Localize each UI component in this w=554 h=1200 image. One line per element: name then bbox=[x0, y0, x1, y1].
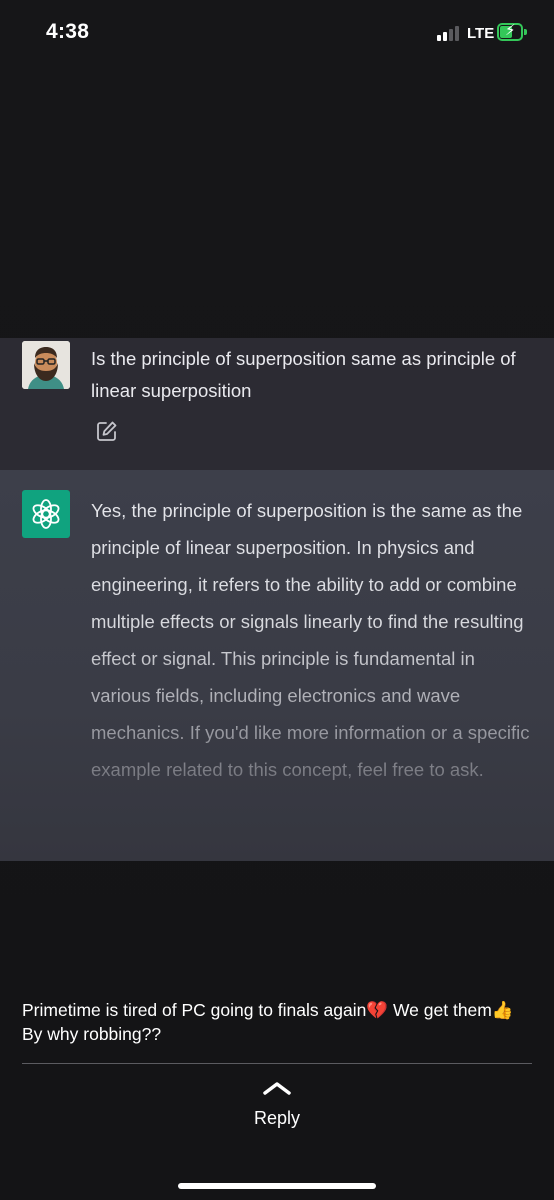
screen: 4:38 LTE ⚡ Is the principle of superposi… bbox=[0, 0, 554, 1200]
divider bbox=[22, 1063, 532, 1064]
status-time: 4:38 bbox=[46, 20, 90, 43]
assistant-message-row: Yes, the principle of superposition is t… bbox=[0, 470, 554, 861]
chevron-up-icon bbox=[262, 1080, 292, 1096]
home-indicator[interactable] bbox=[178, 1183, 376, 1189]
user-message-row: Is the principle of superposition same a… bbox=[0, 338, 554, 470]
status-bar: 4:38 LTE ⚡ bbox=[0, 0, 554, 64]
battery-charging-icon: ⚡ bbox=[497, 22, 527, 41]
user-message-text: Is the principle of superposition same a… bbox=[91, 348, 516, 401]
chatgpt-logo-icon bbox=[22, 490, 70, 538]
chat-screenshot: Is the principle of superposition same a… bbox=[0, 338, 554, 861]
post-caption: Primetime is tired of PC going to finals… bbox=[22, 1000, 514, 1044]
assistant-message-paragraph: Yes, the principle of superposition is t… bbox=[91, 492, 531, 788]
network-label: LTE bbox=[467, 25, 495, 42]
edit-icon[interactable] bbox=[96, 420, 118, 442]
reply-button[interactable]: Reply bbox=[227, 1078, 327, 1132]
user-avatar bbox=[22, 341, 70, 389]
signal-icon bbox=[437, 25, 463, 41]
assistant-message-text: Yes, the principle of superposition is t… bbox=[91, 492, 531, 788]
reply-label: Reply bbox=[253, 1108, 301, 1128]
